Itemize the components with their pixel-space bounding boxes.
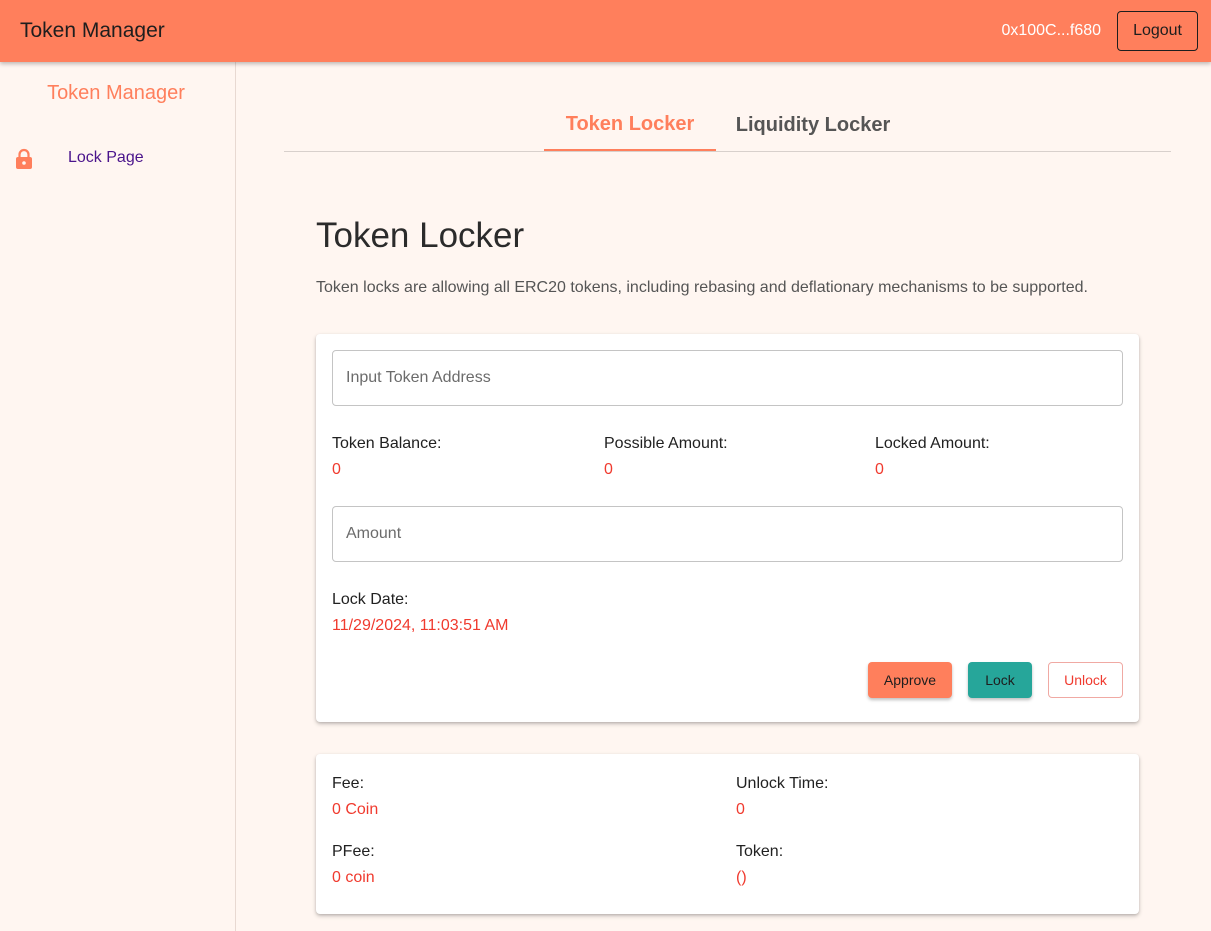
sidebar-item-lock-page[interactable]: Lock Page — [0, 144, 235, 174]
tab-token-locker[interactable]: Token Locker — [544, 100, 716, 151]
pfee-label: PFee: — [332, 843, 375, 860]
wallet-address: 0x100C...f680 — [1001, 22, 1102, 39]
sidebar: Token Manager Lock Page — [0, 62, 236, 931]
locker-tabs: Token Locker Liquidity Locker — [284, 100, 1171, 152]
page-title: Token Locker — [316, 216, 525, 255]
approve-button[interactable]: Approve — [868, 662, 952, 698]
sidebar-item-label: Lock Page — [68, 149, 144, 166]
app-bar: Token Manager 0x100C...f680 Logout — [0, 0, 1211, 62]
unlock-time-label: Unlock Time: — [736, 775, 829, 792]
locked-amount-value: 0 — [875, 461, 884, 478]
fee-info-card: Fee: 0 Coin Unlock Time: 0 PFee: 0 coin … — [316, 754, 1139, 914]
logout-button[interactable]: Logout — [1117, 11, 1198, 51]
token-label: Token: — [736, 843, 784, 860]
sidebar-title: Token Manager — [47, 82, 185, 104]
fee-label: Fee: — [332, 775, 365, 792]
app-bar-actions: 0x100C...f680 Logout — [1001, 11, 1198, 51]
token-balance-value: 0 — [332, 461, 341, 478]
lock-date-label: Lock Date: — [332, 591, 409, 608]
page-description: Token locks are allowing all ERC20 token… — [316, 279, 1088, 296]
amount-input[interactable] — [332, 506, 1123, 562]
possible-amount-label: Possible Amount: — [604, 435, 728, 452]
locked-amount-label: Locked Amount: — [875, 435, 990, 452]
token-value: () — [736, 869, 747, 886]
app-title: Token Manager — [20, 19, 165, 42]
lock-icon — [16, 148, 32, 169]
token-balance-label: Token Balance: — [332, 435, 442, 452]
tab-liquidity-locker[interactable]: Liquidity Locker — [724, 100, 902, 151]
unlock-button[interactable]: Unlock — [1048, 662, 1123, 698]
possible-amount-value: 0 — [604, 461, 613, 478]
lock-date-value[interactable]: 11/29/2024, 11:03:51 AM — [332, 617, 508, 635]
fee-value: 0 Coin — [332, 801, 379, 818]
lock-form-card: Token Balance: 0 Possible Amount: 0 Lock… — [316, 334, 1139, 722]
lock-button[interactable]: Lock — [968, 662, 1032, 698]
pfee-value: 0 coin — [332, 869, 375, 886]
token-address-input[interactable] — [332, 350, 1123, 406]
unlock-time-value: 0 — [736, 801, 745, 818]
